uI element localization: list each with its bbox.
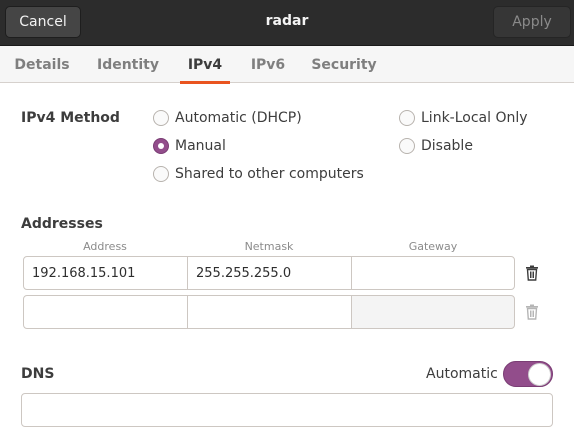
column-header-address: Address: [83, 240, 127, 253]
radio-shared-to-other-computers[interactable]: Shared to other computers: [153, 164, 364, 184]
tab-bar: Details Identity IPv4 IPv6 Security: [0, 46, 574, 84]
delete-address-icon[interactable]: [522, 263, 542, 283]
radio-label: Shared to other computers: [175, 166, 364, 182]
gateway-input[interactable]: [351, 256, 515, 290]
column-header-gateway: Gateway: [408, 240, 458, 253]
tab-security[interactable]: Security: [307, 46, 381, 83]
dns-automatic-switch[interactable]: [503, 361, 553, 387]
radio-button[interactable]: [153, 110, 169, 126]
radio-manual[interactable]: Manual: [153, 136, 226, 156]
apply-button[interactable]: Apply: [493, 6, 571, 38]
tab-details[interactable]: Details: [8, 46, 76, 83]
delete-address-icon: [522, 302, 542, 322]
gateway-input: [351, 295, 515, 329]
window-title: radar: [265, 13, 309, 29]
radio-button[interactable]: [153, 166, 169, 182]
radio-label: Automatic (DHCP): [175, 110, 302, 126]
radio-button[interactable]: [399, 138, 415, 154]
radio-button[interactable]: [399, 110, 415, 126]
dns-servers-input[interactable]: [21, 393, 553, 427]
radio-automatic-dhcp[interactable]: Automatic (DHCP): [153, 108, 302, 128]
radio-label: Disable: [421, 138, 473, 154]
header-bar: Cancel radar Apply: [0, 0, 574, 46]
radio-label: Link-Local Only: [421, 110, 528, 126]
address-input[interactable]: [23, 295, 188, 329]
ipv4-method-label: IPv4 Method: [21, 110, 120, 126]
radio-label: Manual: [175, 138, 226, 154]
address-input[interactable]: 192.168.15.101: [23, 256, 188, 290]
radio-disable[interactable]: Disable: [399, 136, 473, 156]
radio-button-selected[interactable]: [153, 138, 169, 154]
addresses-label: Addresses: [21, 216, 103, 232]
column-header-netmask: Netmask: [244, 240, 294, 253]
netmask-input[interactable]: [187, 295, 352, 329]
switch-knob: [528, 363, 551, 386]
netmask-input[interactable]: 255.255.255.0: [187, 256, 352, 290]
tab-identity[interactable]: Identity: [91, 46, 165, 83]
tab-ipv6[interactable]: IPv6: [244, 46, 292, 83]
tab-ipv4[interactable]: IPv4: [180, 46, 230, 84]
dns-label: DNS: [21, 366, 55, 382]
dns-automatic-label: Automatic: [426, 366, 498, 382]
radio-link-local-only[interactable]: Link-Local Only: [399, 108, 528, 128]
